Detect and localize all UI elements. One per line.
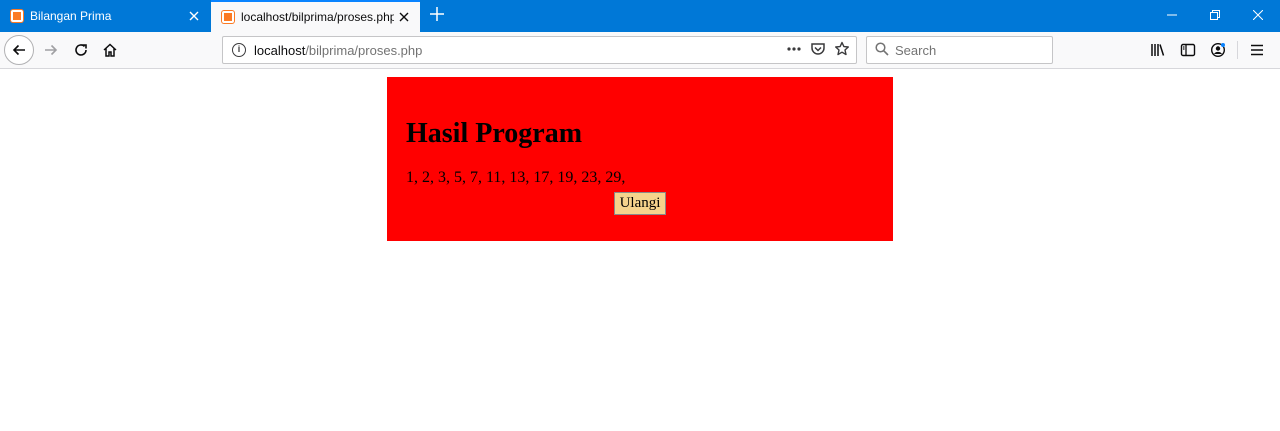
search-input[interactable] (895, 42, 1035, 58)
xampp-favicon-icon (221, 10, 235, 24)
search-icon (875, 41, 889, 59)
tab-title: localhost/bilprima/proses.php (241, 10, 394, 24)
forward-button[interactable] (36, 35, 66, 65)
close-icon[interactable] (394, 7, 414, 27)
sidebar-icon[interactable] (1173, 35, 1203, 65)
pocket-icon[interactable] (810, 41, 826, 60)
menu-icon[interactable] (1242, 35, 1272, 65)
home-icon (103, 43, 117, 57)
tab-bilangan-prima[interactable]: Bilangan Prima (0, 0, 210, 32)
url-bar[interactable]: i localhost/bilprima/proses.php (222, 36, 857, 64)
result-container: Hasil Program 1, 2, 3, 5, 7, 11, 13, 17,… (387, 77, 893, 241)
forward-arrow-icon (45, 44, 58, 56)
xampp-favicon-icon (10, 9, 24, 23)
reload-button[interactable] (66, 35, 96, 65)
url-host: localhost (254, 42, 306, 58)
ulangi-button[interactable]: Ulangi (613, 192, 667, 215)
site-info-icon[interactable]: i (232, 43, 246, 57)
tab-proses[interactable]: localhost/bilprima/proses.php (211, 0, 420, 32)
prime-numbers-output: 1, 2, 3, 5, 7, 11, 13, 17, 19, 23, 29, (406, 169, 626, 186)
back-button[interactable] (4, 35, 34, 65)
bookmark-star-icon[interactable] (834, 41, 850, 60)
toolbar-separator (1237, 41, 1238, 59)
page-content: Hasil Program 1, 2, 3, 5, 7, 11, 13, 17,… (0, 69, 1280, 431)
home-button[interactable] (95, 35, 125, 65)
tab-strip: Bilangan Prima localhost/bilprima/proses… (0, 0, 1280, 32)
page-title: Hasil Program (406, 118, 583, 149)
library-icon[interactable] (1143, 35, 1173, 65)
close-icon[interactable] (184, 6, 204, 26)
navigation-toolbar: i localhost/bilprima/proses.php (0, 32, 1280, 69)
new-tab-plus-icon[interactable] (426, 5, 448, 27)
restore-icon[interactable] (1193, 0, 1237, 30)
search-bar[interactable] (866, 36, 1053, 64)
account-icon[interactable] (1203, 35, 1233, 65)
url-path: /bilprima/proses.php (305, 42, 423, 58)
window-close-icon[interactable] (1236, 0, 1280, 30)
minimize-icon[interactable] (1150, 0, 1194, 30)
reload-icon (75, 44, 87, 56)
tab-title: Bilangan Prima (30, 9, 112, 23)
back-arrow-icon (12, 44, 25, 56)
page-actions-icon[interactable] (786, 41, 802, 60)
